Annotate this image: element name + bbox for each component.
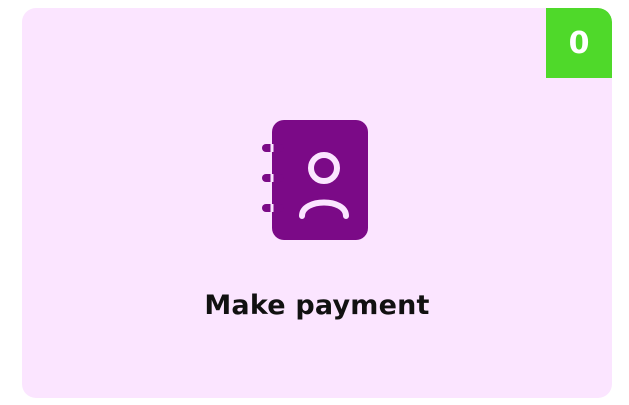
card-label: Make payment (204, 290, 430, 321)
count-badge: 0 (546, 8, 612, 78)
make-payment-card[interactable]: 0 Make payment (22, 8, 612, 398)
contact-book-icon (262, 118, 372, 242)
